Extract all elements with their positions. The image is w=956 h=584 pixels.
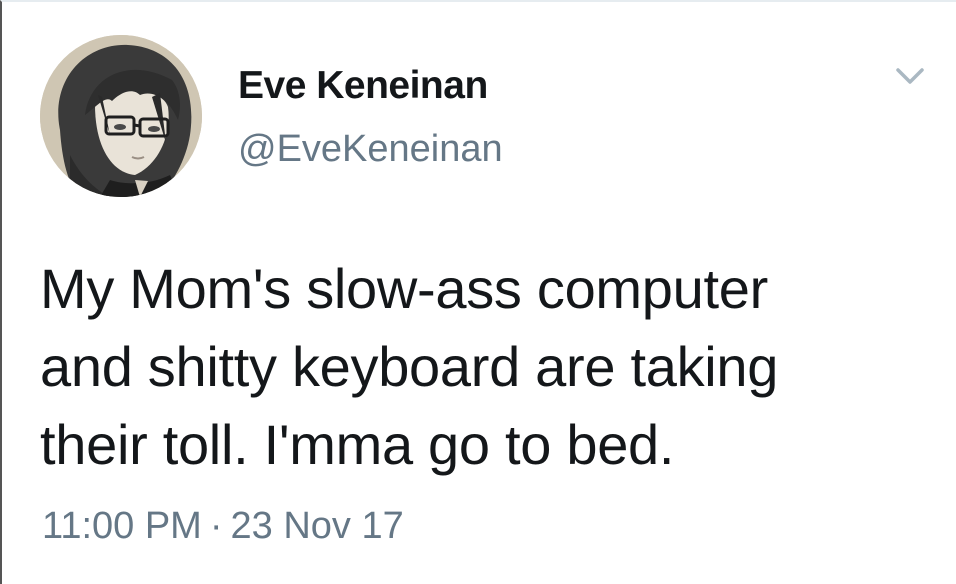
- tweet-text: My Mom's slow-ass computer and shitty ke…: [40, 257, 779, 476]
- tweet-date: 23 Nov 17: [230, 505, 404, 547]
- tweet-menu-button[interactable]: [890, 60, 930, 94]
- tweet-card: Eve Keneinan @EveKeneinan My Mom's slow-…: [0, 0, 956, 584]
- tweet-time: 11:00 PM: [42, 505, 202, 547]
- user-handle[interactable]: @EveKeneinan: [238, 128, 503, 171]
- avatar[interactable]: [40, 35, 202, 197]
- tweet-timestamp[interactable]: 11:00 PM · 23 Nov 17: [42, 505, 404, 548]
- avatar-image: [40, 35, 202, 197]
- display-name[interactable]: Eve Keneinan: [238, 64, 488, 108]
- chevron-down-icon: [896, 68, 924, 84]
- meta-separator: ·: [209, 505, 223, 547]
